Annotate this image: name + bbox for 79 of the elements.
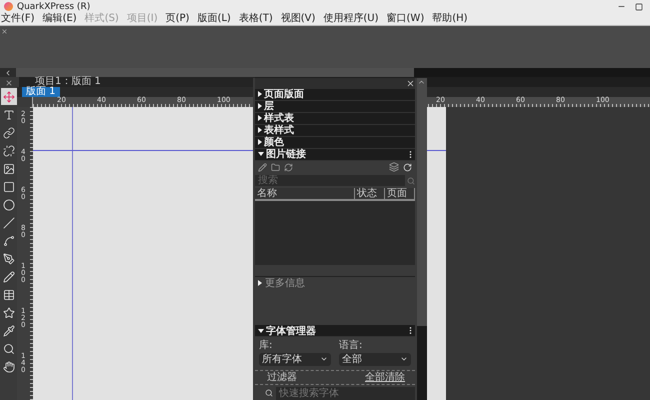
app-logo-icon — [4, 2, 13, 11]
unlink-icon — [2, 144, 14, 156]
close-icon[interactable] — [406, 78, 415, 88]
search-icon — [265, 389, 273, 398]
column-header[interactable]: 状态 — [355, 188, 385, 199]
image-icon — [2, 162, 14, 174]
section-header[interactable]: 字体管理器 — [255, 325, 415, 338]
field-label: 库: — [259, 340, 274, 352]
section-header[interactable]: 层 — [255, 100, 415, 113]
scroll-thumb[interactable] — [417, 326, 427, 400]
refresh-icon[interactable] — [284, 162, 293, 172]
section-header[interactable]: 颜色 — [255, 136, 415, 149]
section-header[interactable]: 样式表 — [255, 112, 415, 125]
line-icon — [2, 216, 14, 228]
menu-item[interactable]: 窗口(W) — [386, 13, 424, 25]
eyedropper-icon — [2, 324, 14, 336]
menu-item[interactable]: 文件(F) — [1, 13, 35, 25]
section-title: 表样式 — [264, 124, 295, 136]
circle-icon — [2, 198, 14, 210]
section-title: 更多信息 — [265, 276, 305, 290]
close-icon[interactable] — [1, 28, 8, 35]
folder-icon[interactable] — [271, 162, 280, 172]
section-title: 图片链接 — [266, 148, 307, 162]
document-title: 项目1：版面 1 — [19, 77, 255, 87]
collapse-icon — [258, 328, 264, 333]
clear-all-link[interactable]: 全部清除 — [365, 370, 405, 384]
scrollbar[interactable] — [417, 78, 427, 400]
menu-item[interactable]: 版面(L) — [197, 13, 231, 25]
zoom-icon — [2, 342, 14, 354]
more-info-row[interactable]: 更多信息 — [255, 276, 415, 288]
search-field[interactable]: 搜索 — [255, 175, 405, 186]
pencil-icon[interactable] — [258, 162, 267, 172]
field-label: 语言: — [339, 340, 364, 352]
pen-icon — [2, 252, 14, 264]
pencil-icon — [2, 270, 14, 282]
column-header[interactable]: 页面 — [385, 188, 415, 199]
close-icon[interactable] — [4, 78, 12, 87]
section-title: 颜色 — [264, 136, 285, 148]
link-icon — [2, 126, 14, 138]
move-icon — [2, 90, 14, 102]
section-header[interactable]: 图片链接 — [255, 148, 415, 161]
table-icon — [2, 288, 14, 300]
filter-label: 过滤器 — [267, 370, 297, 384]
menu-item[interactable]: 视图(V) — [280, 13, 316, 25]
library-select[interactable]: 所有字体 — [259, 352, 331, 366]
tool-button[interactable] — [0, 88, 16, 105]
rectangle-icon — [2, 180, 14, 192]
menu-item[interactable]: 编辑(E) — [42, 13, 77, 25]
collapse-icon — [258, 152, 264, 156]
menu-item[interactable]: 使用程序(U) — [323, 13, 379, 25]
section-header[interactable]: 表样式 — [255, 124, 415, 137]
section-title: 页面版面 — [264, 88, 305, 101]
text-icon — [2, 108, 14, 120]
star-icon — [2, 306, 14, 318]
language-select[interactable]: 全部 — [339, 352, 411, 366]
section-title: 样式表 — [264, 112, 295, 124]
menu-item[interactable]: 帮助(H) — [432, 13, 468, 25]
maximize-icon[interactable] — [635, 2, 643, 10]
hand-icon — [2, 360, 14, 372]
scrollbar[interactable] — [16, 68, 414, 77]
chevron-left-icon — [4, 68, 12, 76]
menu-item[interactable]: 表格(T) — [238, 13, 273, 25]
scroll-up-icon[interactable] — [417, 78, 426, 86]
column-header[interactable]: 名称 — [255, 188, 355, 199]
spline-icon — [2, 234, 14, 246]
select-value: 全部 — [342, 352, 362, 366]
section-title: 字体管理器 — [266, 324, 317, 338]
section-header[interactable]: 页面版面 — [255, 88, 415, 101]
layout-tab[interactable]: 版面 1 — [22, 87, 60, 97]
font-search-field[interactable]: 快速搜索字体 — [276, 386, 415, 400]
section-title: 层 — [264, 100, 275, 112]
search-icon[interactable] — [407, 176, 415, 185]
collapse-button[interactable] — [0, 68, 16, 77]
select-value: 所有字体 — [262, 352, 302, 366]
window-title: QuarkXPress (R) — [17, 2, 92, 12]
layers-icon[interactable] — [389, 162, 399, 172]
reload-icon[interactable] — [403, 162, 412, 172]
menu-item[interactable]: 页(P) — [166, 13, 190, 25]
expand-icon — [258, 280, 262, 286]
